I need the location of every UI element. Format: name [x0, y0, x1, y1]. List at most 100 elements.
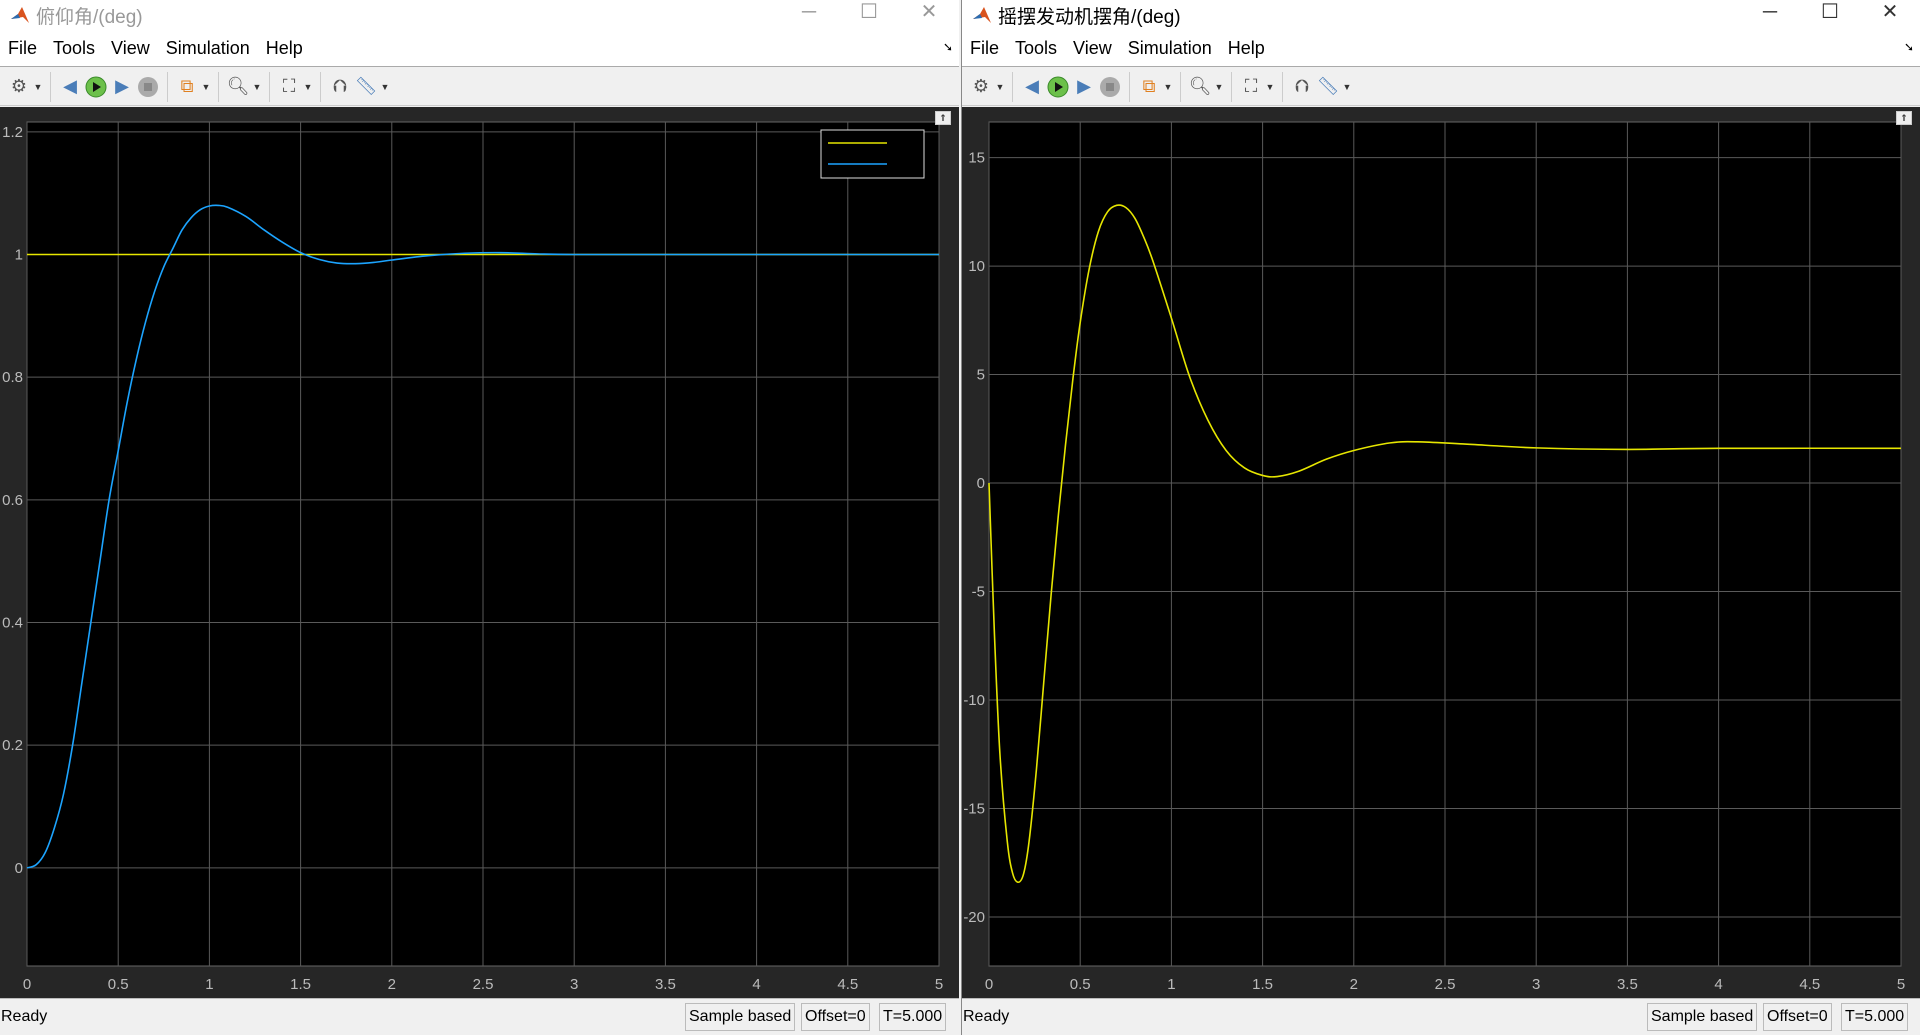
x-tick-label: 5 — [1897, 976, 1905, 993]
measure-dropdown[interactable]: ▼ — [1341, 82, 1353, 92]
y-tick-label: 15 — [968, 150, 985, 167]
minimize-button[interactable]: ─ — [779, 0, 839, 26]
trigger-icon[interactable]: ⮉ — [327, 74, 353, 100]
signal-dropdown[interactable]: ▼ — [1162, 82, 1174, 92]
scope-plot[interactable]: 0 0.5 1 1.5 2 2.5 3 3.5 4 4.5 5 0 0.2 0.4 0.6 0.8 1 1.2 — [0, 107, 959, 998]
plot-area: 0 0.5 1 1.5 2 2.5 3 3.5 4 4.5 5 -20 -15 -10 -5 0 5 10 15 ⇑ — [962, 107, 1920, 998]
y-tick-label: -5 — [972, 584, 985, 601]
run-icon[interactable] — [83, 74, 109, 100]
zoom-dropdown[interactable]: ▼ — [1213, 82, 1225, 92]
status-sample-mode: Sample based — [685, 1003, 796, 1031]
title-bar: 俯仰角/(deg) ─ ☐ ✕ — [0, 0, 959, 30]
maximize-button[interactable]: ☐ — [1800, 0, 1860, 26]
run-icon[interactable] — [1045, 74, 1071, 100]
x-tick-label: 1.5 — [290, 976, 311, 993]
menu-simulation[interactable]: Simulation — [1120, 38, 1220, 59]
x-tick-label: 0.5 — [1070, 976, 1091, 993]
scope-window-gimbal: 摇摆发动机摆角/(deg) ─ ☐ ✕ File Tools View Simu… — [961, 0, 1920, 1035]
toolbar: ⚙ ▼ ◀ ▶ ⧉ ▼ 🔍︎ ▼ ⛶ ▼ ⮉ 📏︎ ▼ — [962, 68, 1920, 106]
dock-icon[interactable]: ➘ — [1904, 40, 1914, 54]
measure-icon[interactable]: 📏︎ — [353, 74, 379, 100]
menu-tools[interactable]: Tools — [1007, 38, 1065, 59]
status-ready: Ready — [1, 1008, 48, 1025]
status-ready: Ready — [963, 1008, 1010, 1025]
status-offset: Offset=0 — [801, 1003, 870, 1031]
y-tick-label: 0.6 — [2, 492, 23, 509]
menu-tools[interactable]: Tools — [45, 38, 103, 59]
step-back-icon[interactable]: ◀ — [57, 74, 83, 100]
y-tick-label: -10 — [963, 692, 985, 709]
undock-axes-icon[interactable]: ⇑ — [1896, 111, 1912, 125]
measure-icon[interactable]: 📏︎ — [1315, 74, 1341, 100]
settings-dropdown[interactable]: ▼ — [32, 82, 44, 92]
fit-dropdown[interactable]: ▼ — [1264, 82, 1276, 92]
trigger-icon[interactable]: ⮉ — [1289, 74, 1315, 100]
signal-hierarchy-icon[interactable]: ⧉ — [174, 74, 200, 100]
x-tick-label: 0 — [985, 976, 993, 993]
window-title: 俯仰角/(deg) — [36, 6, 143, 28]
menu-simulation[interactable]: Simulation — [158, 38, 258, 59]
menu-view[interactable]: View — [1065, 38, 1120, 59]
scope-window-pitch: 俯仰角/(deg) ─ ☐ ✕ File Tools View Simulati… — [0, 0, 959, 1035]
x-tick-label: 4.5 — [1799, 976, 1820, 993]
matlab-logo-icon — [973, 7, 991, 23]
zoom-icon[interactable]: 🔍︎ — [1187, 74, 1213, 100]
y-tick-label: 1.2 — [2, 124, 23, 141]
minimize-button[interactable]: ─ — [1740, 0, 1800, 26]
x-tick-label: 5 — [935, 976, 943, 993]
settings-icon[interactable]: ⚙ — [6, 74, 32, 100]
x-tick-label: 4.5 — [837, 976, 858, 993]
y-tick-label: 5 — [977, 367, 985, 384]
status-offset: Offset=0 — [1763, 1003, 1832, 1031]
scope-plot[interactable]: 0 0.5 1 1.5 2 2.5 3 3.5 4 4.5 5 -20 -15 -10 -5 0 5 10 15 — [962, 107, 1920, 998]
plot-area: 0 0.5 1 1.5 2 2.5 3 3.5 4 4.5 5 0 0.2 0.4 0.6 0.8 1 1.2 ⇑ — [0, 107, 959, 998]
x-tick-label: 3 — [570, 976, 578, 993]
x-tick-label: 1 — [1167, 976, 1175, 993]
fit-to-view-icon[interactable]: ⛶ — [1238, 74, 1264, 100]
y-tick-label: 0.4 — [2, 615, 23, 632]
fit-dropdown[interactable]: ▼ — [302, 82, 314, 92]
x-tick-label: 3.5 — [1617, 976, 1638, 993]
menu-file[interactable]: File — [962, 38, 1007, 59]
status-sample-mode: Sample based — [1647, 1003, 1758, 1031]
x-tick-label: 3 — [1532, 976, 1540, 993]
status-time: T=5.000 — [879, 1003, 947, 1031]
signal-hierarchy-icon[interactable]: ⧉ — [1136, 74, 1162, 100]
x-tick-label: 0 — [23, 976, 31, 993]
title-bar: 摇摆发动机摆角/(deg) ─ ☐ ✕ — [962, 0, 1920, 30]
y-tick-label: 0 — [977, 475, 985, 492]
status-bar: Ready Sample based Offset=0 T=5.000 — [962, 998, 1920, 1035]
zoom-dropdown[interactable]: ▼ — [251, 82, 263, 92]
step-back-icon[interactable]: ◀ — [1019, 74, 1045, 100]
signal-dropdown[interactable]: ▼ — [200, 82, 212, 92]
menu-help[interactable]: Help — [1220, 38, 1273, 59]
stop-icon[interactable] — [1097, 74, 1123, 100]
step-forward-icon[interactable]: ▶ — [1071, 74, 1097, 100]
dock-icon[interactable]: ➘ — [943, 40, 953, 54]
x-tick-label: 1 — [205, 976, 213, 993]
settings-icon[interactable]: ⚙ — [968, 74, 994, 100]
close-button[interactable]: ✕ — [899, 0, 959, 26]
y-tick-label: 1 — [15, 246, 23, 263]
x-tick-label: 4 — [752, 976, 760, 993]
close-button[interactable]: ✕ — [1860, 0, 1920, 26]
measure-dropdown[interactable]: ▼ — [379, 82, 391, 92]
menu-bar: File Tools View Simulation Help ➘ — [0, 30, 959, 67]
undock-axes-icon[interactable]: ⇑ — [935, 111, 951, 125]
fit-to-view-icon[interactable]: ⛶ — [276, 74, 302, 100]
menu-file[interactable]: File — [0, 38, 45, 59]
legend-box — [820, 129, 925, 179]
stop-icon[interactable] — [135, 74, 161, 100]
x-tick-label: 2.5 — [1435, 976, 1456, 993]
menu-help[interactable]: Help — [258, 38, 311, 59]
zoom-icon[interactable]: 🔍︎ — [225, 74, 251, 100]
settings-dropdown[interactable]: ▼ — [994, 82, 1006, 92]
y-tick-label: 0.8 — [2, 369, 23, 386]
menu-view[interactable]: View — [103, 38, 158, 59]
status-bar: Ready Sample based Offset=0 T=5.000 — [0, 998, 959, 1035]
window-title: 摇摆发动机摆角/(deg) — [998, 6, 1181, 28]
status-time: T=5.000 — [1841, 1003, 1909, 1031]
matlab-logo-icon — [11, 7, 29, 23]
maximize-button[interactable]: ☐ — [839, 0, 899, 26]
step-forward-icon[interactable]: ▶ — [109, 74, 135, 100]
